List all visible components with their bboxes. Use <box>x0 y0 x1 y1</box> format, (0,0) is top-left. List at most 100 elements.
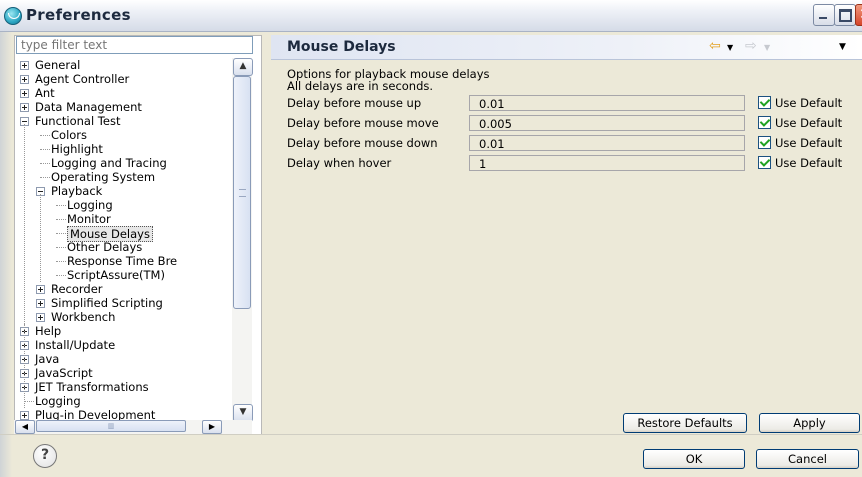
setting-label: Delay before mouse move <box>287 116 439 130</box>
forward-dropdown-icon: ▼ <box>764 43 771 52</box>
tree-item[interactable]: Agent Controller <box>35 72 129 86</box>
cancel-button[interactable]: Cancel <box>756 449 859 469</box>
checkbox-checked-icon[interactable] <box>758 116 771 129</box>
chevron-down-icon: ▼ <box>239 407 247 417</box>
delay-value-field[interactable]: 0.01 <box>469 95 745 111</box>
tree-item[interactable]: JavaScript <box>35 366 93 380</box>
ok-button[interactable]: OK <box>643 449 745 469</box>
minimize-button[interactable] <box>813 4 835 26</box>
tree-connector <box>40 149 50 151</box>
filter-input[interactable] <box>16 36 253 54</box>
scroll-right-button[interactable]: ▶ <box>202 420 222 434</box>
scroll-thumb[interactable] <box>233 76 251 309</box>
tree-item[interactable]: Functional Test <box>35 114 120 128</box>
chevron-left-icon: ◀ <box>21 422 29 431</box>
expand-icon[interactable] <box>20 75 29 84</box>
tree-connector <box>56 275 66 277</box>
tree-item[interactable]: Highlight <box>51 142 103 156</box>
tree-item[interactable]: Monitor <box>67 212 111 226</box>
expand-icon[interactable] <box>20 89 29 98</box>
tree-connector <box>56 261 66 263</box>
grip-icon <box>239 189 246 197</box>
tree-item[interactable]: Recorder <box>51 282 103 296</box>
tree-guide-line <box>40 194 41 282</box>
checkbox-checked-icon[interactable] <box>758 136 771 149</box>
tree-horizontal-scrollbar[interactable]: ◀ ▥ ▶ <box>14 420 252 434</box>
tree-connector <box>40 135 50 137</box>
tree-item[interactable]: Help <box>35 324 61 338</box>
checkbox-checked-icon[interactable] <box>758 156 771 169</box>
setting-label: Delay when hover <box>287 156 392 170</box>
tree-item[interactable]: Workbench <box>51 310 115 324</box>
page-header: Mouse Delays ⇦ ▼ ⇨ ▼ ▼ <box>271 35 862 60</box>
setting-label: Delay before mouse up <box>287 96 422 110</box>
tree-item[interactable]: Ant <box>35 86 55 100</box>
tree-item[interactable]: Response Time Bre <box>67 254 177 268</box>
tree-item[interactable]: General <box>35 58 80 72</box>
checkbox-label: Use Default <box>775 96 843 110</box>
expand-icon[interactable] <box>36 313 45 322</box>
window-title: Preferences <box>26 6 131 24</box>
tree-connector <box>24 401 34 403</box>
maximize-button[interactable] <box>834 4 856 26</box>
tree-item[interactable]: Logging and Tracing <box>51 156 167 170</box>
forward-arrow-icon: ⇨ <box>745 38 757 54</box>
expand-icon[interactable] <box>36 285 45 294</box>
tree-connector <box>40 177 50 179</box>
horizontal-scroll-thumb[interactable]: ▥ <box>36 420 186 432</box>
tree-guide-line <box>24 324 25 408</box>
checkbox-label: Use Default <box>775 116 843 130</box>
apply-button[interactable]: Apply <box>759 413 860 433</box>
preferences-app-icon <box>4 7 22 25</box>
help-icon[interactable]: ? <box>33 444 57 468</box>
tree-item[interactable]: Data Management <box>35 100 142 114</box>
tree-connector <box>56 233 66 235</box>
footer-separator <box>0 434 862 435</box>
tree-item[interactable]: Simplified Scripting <box>51 296 163 310</box>
delay-value-field[interactable]: 0.005 <box>469 115 745 131</box>
page-note: All delays are in seconds. <box>287 79 434 93</box>
page-title: Mouse Delays <box>287 39 396 55</box>
tree-item[interactable]: Java <box>35 352 59 366</box>
expand-icon[interactable] <box>20 61 29 70</box>
delay-value-field[interactable]: 0.01 <box>469 135 745 151</box>
checkbox-checked-icon[interactable] <box>758 96 771 109</box>
tree-guide-line <box>24 124 25 324</box>
tree-item[interactable]: Other Delays <box>67 240 142 254</box>
scroll-up-button[interactable]: ▲ <box>233 58 253 76</box>
tree-connector <box>40 163 50 165</box>
title-bar[interactable]: Preferences ✕ <box>0 0 862 32</box>
preference-tree: General Agent Controller Ant Data Managemen… <box>14 58 232 422</box>
checkbox-label: Use Default <box>775 156 843 170</box>
maximize-icon <box>839 9 852 22</box>
tree-item[interactable]: ScriptAssure(TM) <box>67 268 165 282</box>
tree-vertical-scrollbar[interactable]: ▲ ▼ <box>232 58 253 422</box>
preferences-window: Preferences ✕ GeneralAgent ControllerAnt… <box>0 0 862 477</box>
setting-label: Delay before mouse down <box>287 136 438 150</box>
tree-connector <box>56 219 66 221</box>
tree-item[interactable]: Logging <box>67 198 113 212</box>
close-button[interactable]: ✕ <box>855 4 862 26</box>
expand-icon[interactable] <box>20 411 29 420</box>
expand-icon[interactable] <box>36 299 45 308</box>
tree-connector <box>56 247 66 249</box>
tree-connector <box>56 205 66 207</box>
window-left-edge <box>0 0 12 477</box>
back-dropdown-icon[interactable]: ▼ <box>727 43 733 52</box>
tree-item[interactable]: JET Transformations <box>35 380 149 394</box>
checkbox-label: Use Default <box>775 136 843 150</box>
tree-item[interactable]: Logging <box>35 394 81 408</box>
tree-item[interactable]: Operating System <box>51 170 155 184</box>
view-menu-icon[interactable]: ▼ <box>839 42 846 52</box>
delay-value-field[interactable]: 1 <box>469 155 745 171</box>
minimize-icon <box>819 17 827 19</box>
tree-item[interactable]: Install/Update <box>35 338 115 352</box>
chevron-right-icon: ▶ <box>208 422 216 431</box>
expand-icon[interactable] <box>20 103 29 112</box>
tree-item[interactable]: Playback <box>51 184 102 198</box>
chevron-up-icon: ▲ <box>239 61 247 71</box>
tree-item[interactable]: Colors <box>51 128 87 142</box>
restore-defaults-button[interactable]: Restore Defaults <box>623 413 747 433</box>
scroll-left-button[interactable]: ◀ <box>15 420 35 434</box>
back-arrow-icon[interactable]: ⇦ <box>709 38 721 54</box>
